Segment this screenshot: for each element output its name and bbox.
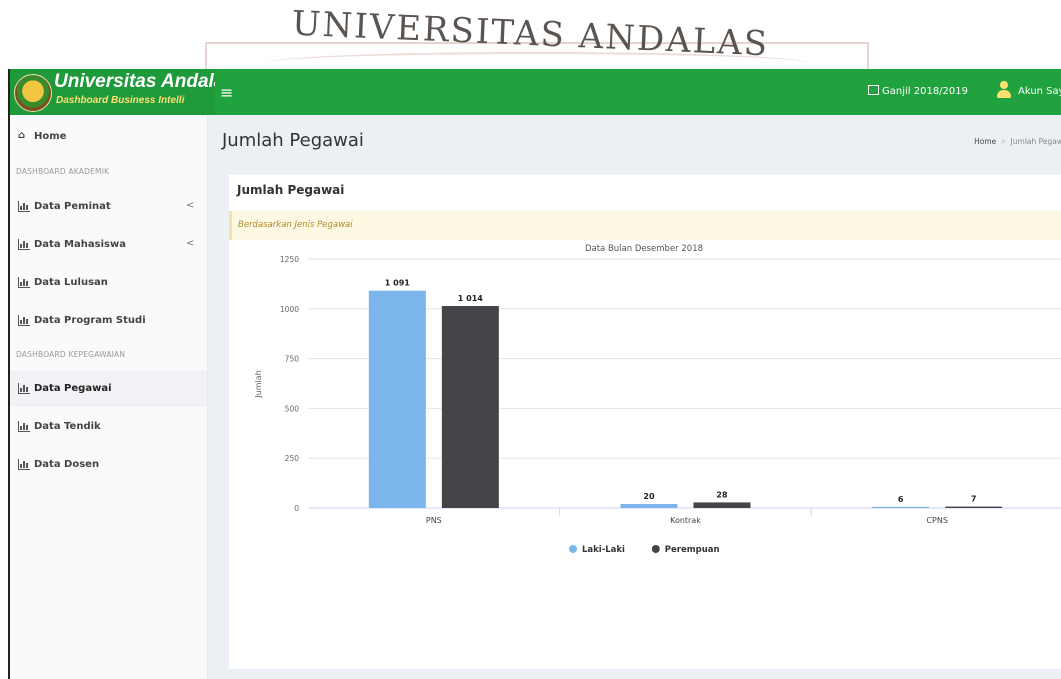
bar-chart-icon bbox=[18, 383, 30, 394]
sidebar-item-data-mahasiswa[interactable]: Data Mahasiswa < bbox=[10, 227, 207, 263]
bar-perempuan-pns bbox=[441, 306, 499, 508]
sidebar-item-data-program-studi[interactable]: Data Program Studi bbox=[10, 303, 207, 339]
sidebar-section-kepegawaian: DASHBOARD KEPEGAWAIAN bbox=[16, 350, 126, 359]
y-tick-label: 0 bbox=[294, 504, 299, 513]
bar-chart-icon bbox=[18, 315, 30, 326]
box-title: Jumlah Pegawai bbox=[237, 183, 345, 197]
top-navbar: Universitas Andala Dashboard Business In… bbox=[10, 69, 1061, 115]
semester-label: Ganjil 2018/2019 bbox=[882, 86, 968, 97]
x-tick-label: CPNS bbox=[926, 516, 947, 525]
callout-text: Berdasarkan Jenis Pegawai bbox=[238, 220, 353, 230]
data-label: 1 014 bbox=[458, 294, 483, 303]
sidebar-section-akademik: DASHBOARD AKADEMIK bbox=[16, 167, 110, 176]
legend-label: Perempuan bbox=[665, 545, 720, 555]
y-tick-label: 1000 bbox=[280, 305, 299, 314]
chart-area: Data Bulan Desember 2018 0 250 500 750 1000 12… bbox=[229, 240, 1061, 654]
sidebar-item-label: Data Program Studi bbox=[34, 315, 146, 326]
bar-laki-laki-kontrak bbox=[620, 504, 678, 508]
data-label: 28 bbox=[716, 490, 728, 499]
sidebar-item-label: Home bbox=[34, 131, 67, 142]
bar-perempuan-cpns bbox=[945, 506, 1003, 508]
chevron-left-icon: < bbox=[186, 200, 195, 211]
bar-laki-laki-pns bbox=[368, 290, 426, 508]
brand-subtitle: Dashboard Business Intelli bbox=[56, 95, 185, 106]
page-title: Jumlah Pegawai bbox=[222, 130, 364, 151]
y-axis-label: Jumlah bbox=[254, 370, 263, 398]
user-icon bbox=[996, 81, 1012, 99]
chart-title: Data Bulan Desember 2018 bbox=[585, 244, 703, 254]
bar-chart-icon bbox=[18, 277, 30, 288]
data-label: 20 bbox=[643, 492, 655, 501]
bar-chart-icon bbox=[18, 239, 30, 250]
y-tick-label: 250 bbox=[285, 454, 300, 463]
data-label: 7 bbox=[971, 495, 977, 504]
y-tick-label: 500 bbox=[285, 404, 300, 413]
browser-frame: Universitas Andala Dashboard Business In… bbox=[8, 69, 1061, 679]
hamburger-icon[interactable]: ≡ bbox=[220, 83, 233, 102]
sidebar-item-label: Data Pegawai bbox=[34, 383, 112, 394]
bar-chart-icon bbox=[18, 201, 30, 212]
sidebar-item-data-peminat[interactable]: Data Peminat < bbox=[10, 189, 207, 225]
chart-box: Jumlah Pegawai Berdasarkan Jenis Pegawai… bbox=[229, 173, 1061, 669]
sidebar-item-label: Data Tendik bbox=[34, 421, 101, 432]
sidebar-item-data-tendik[interactable]: Data Tendik bbox=[10, 409, 207, 445]
breadcrumb-separator: > bbox=[1000, 137, 1007, 146]
bar-chart-icon bbox=[18, 421, 30, 432]
legend-marker-perempuan bbox=[651, 545, 660, 553]
brand[interactable]: Universitas Andala Dashboard Business In… bbox=[10, 69, 215, 115]
x-tick-label: Kontrak bbox=[670, 516, 701, 525]
data-label: 6 bbox=[898, 495, 904, 504]
sidebar-item-label: Data Peminat bbox=[34, 201, 111, 212]
sidebar-item-label: Data Dosen bbox=[34, 459, 100, 470]
chevron-left-icon: < bbox=[186, 238, 195, 249]
home-icon: ⌂ bbox=[18, 130, 26, 141]
legend-label: Laki-Laki bbox=[582, 545, 625, 555]
breadcrumb: Home > Jumlah Pegaw bbox=[974, 137, 1061, 146]
bar-perempuan-kontrak bbox=[693, 502, 751, 508]
bar-laki-laki-cpns bbox=[872, 506, 930, 508]
sidebar-item-home[interactable]: ⌂ Home bbox=[10, 119, 207, 155]
sidebar-item-data-pegawai[interactable]: Data Pegawai bbox=[10, 371, 207, 407]
sidebar-item-data-dosen[interactable]: Data Dosen bbox=[10, 447, 207, 483]
bar-chart-icon bbox=[18, 459, 30, 470]
sidebar-item-label: Data Lulusan bbox=[34, 277, 108, 288]
data-label: 1 091 bbox=[385, 279, 410, 288]
y-tick-label: 1250 bbox=[280, 255, 299, 264]
brand-title: Universitas Andala bbox=[54, 71, 215, 92]
calendar-icon bbox=[868, 85, 879, 95]
callout-note: Berdasarkan Jenis Pegawai bbox=[229, 211, 1061, 240]
sidebar: ⌂ Home DASHBOARD AKADEMIK Data Peminat <… bbox=[10, 115, 208, 679]
legend-marker-laki-laki bbox=[569, 545, 577, 553]
y-tick-label: 750 bbox=[285, 355, 300, 364]
account-label: Akun Say bbox=[1018, 86, 1061, 97]
main-content: Jumlah Pegawai Home > Jumlah Pegaw Jumlah … bbox=[208, 115, 1061, 679]
sidebar-item-data-lulusan[interactable]: Data Lulusan bbox=[10, 265, 207, 301]
bar-chart: Data Bulan Desember 2018 0 250 500 750 1000 12… bbox=[254, 244, 1061, 555]
semester-selector[interactable]: Ganjil 2018/2019 bbox=[868, 85, 968, 97]
account-menu[interactable]: Akun Say bbox=[996, 81, 1061, 99]
breadcrumb-home-link[interactable]: Home bbox=[974, 137, 996, 146]
x-tick-label: PNS bbox=[426, 516, 442, 525]
breadcrumb-current: Jumlah Pegaw bbox=[1010, 137, 1061, 146]
sidebar-item-label: Data Mahasiswa bbox=[34, 239, 126, 250]
university-logo-icon bbox=[14, 74, 52, 112]
